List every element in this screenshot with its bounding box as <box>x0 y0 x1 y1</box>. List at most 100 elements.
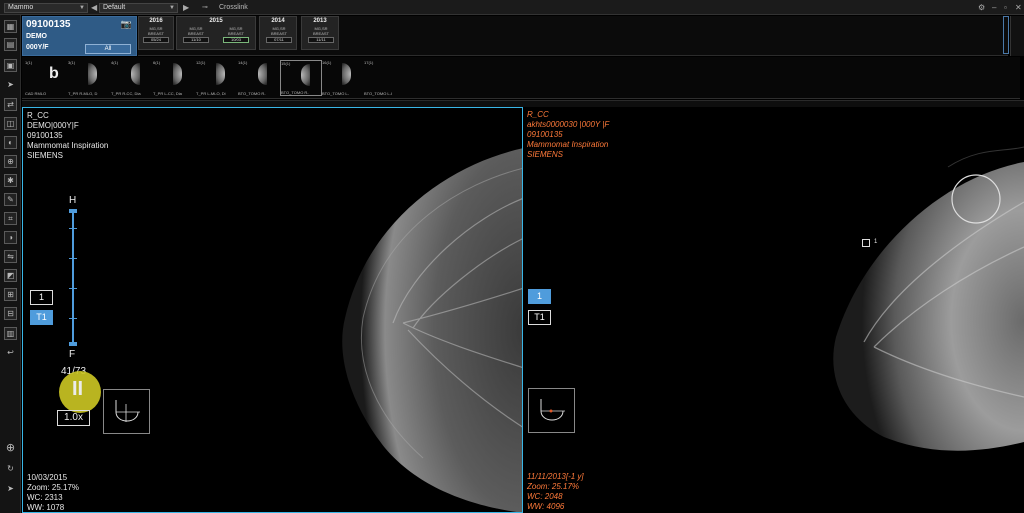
patient-id: 09100135 <box>27 131 63 140</box>
next-icon[interactable]: ▶ <box>183 2 189 13</box>
magnify-icon[interactable]: ✱ <box>4 174 17 187</box>
thumbnail-image <box>173 63 182 85</box>
grid-icon[interactable]: ⊞ <box>4 288 17 301</box>
thumbnail[interactable]: 6(1) T_PR L-CC, Dia <box>153 60 195 96</box>
sync-icon[interactable]: ⇄ <box>4 98 17 111</box>
compare-icon[interactable]: ◫ <box>4 117 17 130</box>
zoom-factor-box[interactable]: 1.0x <box>57 410 90 426</box>
frame-tag-button[interactable]: T1 <box>528 310 551 325</box>
patient-line: DEMO|000Y|F <box>27 121 79 130</box>
study-cell[interactable]: MG,SR BREAST 10/03 <box>220 26 252 50</box>
thumbnail-overlay-letter: b <box>49 65 59 82</box>
thumbnail[interactable]: 3(1) T_PR R-MLO, D <box>68 60 110 96</box>
patient-card[interactable]: 09100135 DEMO 000Y/F 📷 All <box>22 16 137 56</box>
restore-icon[interactable]: ▫ <box>1004 2 1007 13</box>
layout-select[interactable]: Default ▼ <box>99 3 178 13</box>
patient-age-sex: 000Y/F <box>26 44 49 51</box>
thumbnail-number: 17(1) <box>364 60 374 65</box>
study-cell[interactable]: MG,SR BREAST 07/11 <box>263 26 295 50</box>
hanging-protocol-icon[interactable]: ⊟ <box>4 307 17 320</box>
crosslink-icon[interactable]: ⊸ <box>202 2 208 13</box>
thumbnail-label: T_PR R-MLO, D <box>68 91 98 96</box>
thumbnail[interactable]: 16(1) BTO_TOMO L- <box>322 60 364 96</box>
window-level-icon[interactable]: ◐ <box>4 136 17 149</box>
all-button[interactable]: All <box>85 44 131 54</box>
study-year-2015[interactable]: 2015 MG,SR BREAST 11/10 MG,SR BREAST 10/… <box>176 16 256 50</box>
thumbnail[interactable]: 14(1) BTO_TOMO R- <box>238 60 280 96</box>
crosslink-label[interactable]: Crosslink <box>219 3 248 12</box>
thumbnail-number: 15(1) <box>281 61 291 66</box>
device-name: Mammomat Inspiration <box>527 140 609 149</box>
crop-icon[interactable]: ⌗ <box>4 212 17 225</box>
breast-locator-icon[interactable] <box>103 389 150 434</box>
gear-icon[interactable]: ⚙ <box>978 2 985 13</box>
pointer-icon[interactable]: ➤ <box>4 79 17 92</box>
breast-locator-icon[interactable] <box>528 388 575 433</box>
cine-play-button[interactable]: II <box>59 371 101 413</box>
patient-line: akhts0000030 |000Y |F <box>527 120 610 129</box>
patient-id: 09100135 <box>26 19 71 30</box>
viewport-left[interactable]: R_CC DEMO|000Y|F 09100135 Mammomat Inspi… <box>22 107 523 513</box>
study-year-2013[interactable]: 2013 MG,SR BREAST 11/11 <box>301 16 339 50</box>
thumbnail-label: BTO_TOMO L-I <box>364 91 393 96</box>
study-timeline: 2016 MG,SR BREAST 05/24 2015 MG,SR BREAS… <box>138 16 1009 56</box>
rotate-icon[interactable]: ↻ <box>4 463 17 476</box>
prev-icon[interactable]: ◀ <box>91 2 97 13</box>
timeline-scroll-handle[interactable] <box>1003 16 1009 54</box>
frame-tag-button[interactable]: T1 <box>30 310 53 325</box>
viewport-right[interactable]: R_CC akhts0000030 |000Y |F 09100135 Mamm… <box>524 107 1024 513</box>
study-cell[interactable]: MG,SR BREAST 11/11 <box>305 26 337 50</box>
thumbnail-image <box>88 63 97 85</box>
study-cell[interactable]: MG,SR BREAST 11/10 <box>180 26 212 50</box>
ruler-tick <box>69 258 77 259</box>
frame-number-box[interactable]: 1 <box>528 289 551 304</box>
thumbnail[interactable]: 12(1) T_PR L-MLO, Di <box>196 60 238 96</box>
study-year: 2013 <box>313 18 327 24</box>
close-icon[interactable]: ✕ <box>1015 2 1022 13</box>
viewport-splitter[interactable] <box>22 100 1024 107</box>
top-toolbar: Mammo ▼ ◀ Default ▼ ▶ ⊸ Crosslink ⚙ – ▫ … <box>0 0 1024 15</box>
frame-number-box[interactable]: 1 <box>30 290 53 305</box>
thumbnail[interactable]: 4(1) T_PR R-CC, Dia <box>111 60 153 96</box>
ruler-top-label: H <box>69 195 77 206</box>
cursor-icon[interactable]: ➤ <box>4 483 17 496</box>
protocol-select[interactable]: Mammo ▼ <box>4 3 88 13</box>
chevron-down-icon: ▼ <box>79 5 85 11</box>
table-icon[interactable]: ▥ <box>4 327 17 340</box>
minimize-icon[interactable]: – <box>992 2 996 13</box>
ruler-bottom-cap[interactable] <box>69 342 77 346</box>
annotate-icon[interactable]: ✎ <box>4 193 17 206</box>
zoom-icon[interactable]: ⊕ <box>4 155 17 168</box>
pause-icon: II <box>72 378 84 400</box>
undo-icon[interactable]: ↩ <box>4 347 17 360</box>
slice-ruler[interactable] <box>72 213 74 343</box>
manufacturer: SIEMENS <box>27 151 64 160</box>
grid-layout-icon[interactable]: ▦ <box>4 20 17 33</box>
study-cell[interactable]: MG,SR BREAST 05/24 <box>140 26 172 50</box>
thumbnail-label: T_PR R-CC, Dia <box>111 91 141 96</box>
target-icon[interactable]: ⊕ <box>4 443 17 456</box>
thumbnail-number: 6(1) <box>153 60 161 65</box>
camera-icon[interactable]: 📷 <box>121 19 132 30</box>
study-date: 11/11/2013[-1 y] <box>527 472 584 481</box>
thumbnail-number: 1(1) <box>25 60 33 65</box>
patient-name: DEMO <box>26 33 47 40</box>
thumbnail[interactable]: 17(1) BTO_TOMO L-I <box>364 60 406 96</box>
thumbnail[interactable]: 1(1) b CAD RMLO <box>25 60 67 96</box>
study-year-2014[interactable]: 2014 MG,SR BREAST 07/11 <box>259 16 297 50</box>
window-center: WC: 2048 <box>527 492 563 501</box>
thumbnail-selected[interactable]: 15(1) BTO_TOMO R- <box>280 60 322 96</box>
study-year-2016[interactable]: 2016 MG,SR BREAST 05/24 <box>138 16 174 50</box>
study-body: BREAST <box>187 31 204 36</box>
window-width: WW: 1078 <box>27 503 65 512</box>
thumbnail-number: 4(1) <box>111 60 119 65</box>
study-body: BREAST <box>312 31 329 36</box>
flip-icon[interactable]: ⇋ <box>4 250 17 263</box>
invert-icon[interactable]: ◑ <box>4 231 17 244</box>
study-body: BREAST <box>270 31 287 36</box>
series-icon[interactable]: ▤ <box>4 38 17 51</box>
marker-square[interactable] <box>862 239 870 247</box>
image-layout-icon[interactable]: ▣ <box>4 59 17 72</box>
annotate-icon[interactable]: ◩ <box>4 269 17 282</box>
zoom-readout: Zoom: 25.17% <box>27 483 80 492</box>
